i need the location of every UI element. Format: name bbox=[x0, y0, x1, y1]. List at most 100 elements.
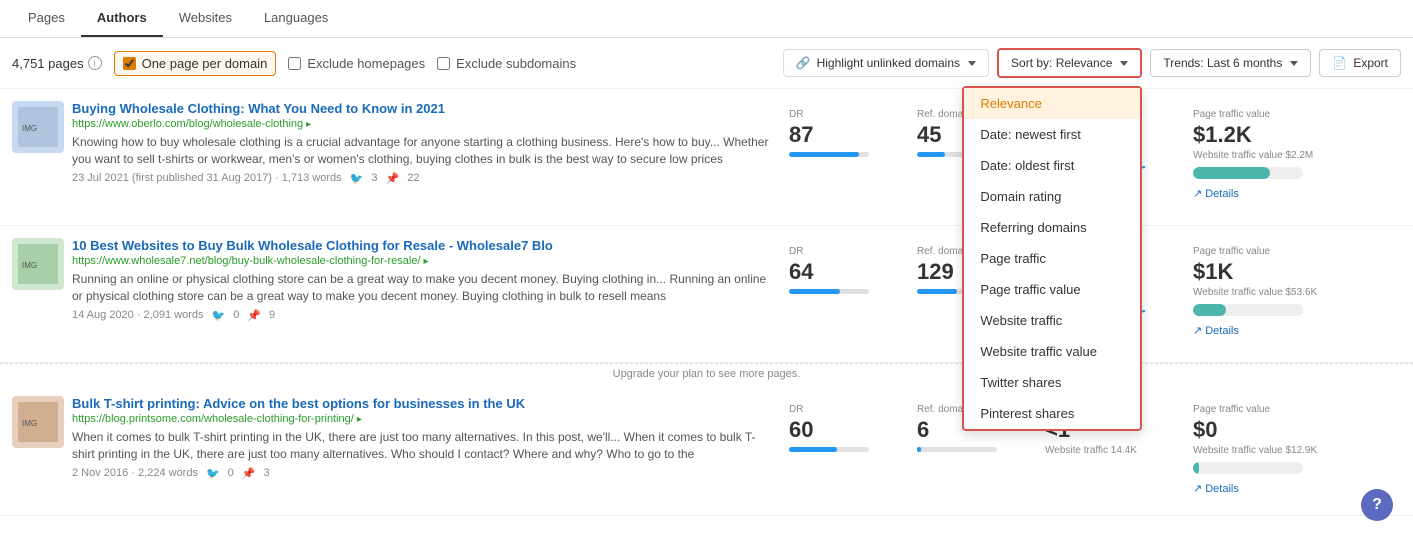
details-button[interactable]: ↗ Details bbox=[1193, 187, 1389, 200]
dr-bar-fill bbox=[789, 152, 859, 157]
trends-button[interactable]: Trends: Last 6 months bbox=[1150, 49, 1311, 77]
dropdown-item-website-traffic[interactable]: Website traffic bbox=[964, 305, 1140, 336]
ptv-value: $1.2K bbox=[1193, 122, 1389, 148]
stat-dr: DR 87 bbox=[777, 101, 897, 213]
dr-value: 60 bbox=[789, 417, 885, 443]
dr-bar bbox=[789, 447, 869, 452]
ptv-label: Page traffic value bbox=[1193, 404, 1389, 415]
result-content: Buying Wholesale Clothing: What You Need… bbox=[72, 101, 769, 213]
details-button[interactable]: ↗ Details bbox=[1193, 324, 1389, 337]
exclude-homepages-checkbox[interactable]: Exclude homepages bbox=[288, 56, 425, 71]
trend-icon: ↗ bbox=[1193, 482, 1202, 495]
ptv-value: $0 bbox=[1193, 417, 1389, 443]
chevron-down-icon bbox=[1290, 61, 1298, 66]
table-row: IMG Buying Wholesale Clothing: What You … bbox=[0, 89, 1413, 226]
highlight-icon: 🔗 bbox=[796, 56, 811, 70]
ptv-chart bbox=[1193, 462, 1303, 474]
thumbnail: IMG bbox=[12, 101, 64, 153]
ptv-label: Page traffic value bbox=[1193, 246, 1389, 257]
upgrade-banner: Upgrade your plan to see more pages. bbox=[0, 363, 1413, 384]
table-row: IMG 10 Best Websites to Buy Bulk Wholesa… bbox=[0, 226, 1413, 363]
dropdown-item-referring-domains[interactable]: Referring domains bbox=[964, 212, 1140, 243]
ref-bar-fill bbox=[917, 152, 945, 157]
result-right-panel: Page traffic value $1.2K Website traffic… bbox=[1181, 101, 1401, 213]
external-link-icon: ▸ bbox=[357, 414, 362, 425]
thumbnail: IMG bbox=[12, 396, 64, 448]
dr-value: 64 bbox=[789, 259, 885, 285]
twitter-icon: 🐦 bbox=[350, 172, 364, 185]
dr-bar bbox=[789, 152, 869, 157]
website-traffic: Website traffic 14.4K bbox=[1045, 445, 1161, 456]
highlight-button[interactable]: 🔗 Highlight unlinked domains bbox=[783, 49, 989, 77]
result-snippet: Knowing how to buy wholesale clothing is… bbox=[72, 134, 769, 168]
pinterest-icon: 📌 bbox=[242, 467, 256, 480]
dropdown-item-date-newest[interactable]: Date: newest first bbox=[964, 119, 1140, 150]
details-button[interactable]: ↗ Details bbox=[1193, 482, 1389, 495]
toolbar: 4,751 pages i One page per domain Exclud… bbox=[0, 38, 1413, 89]
stat-dr: DR 60 bbox=[777, 396, 897, 503]
result-right-panel: Page traffic value $0 Website traffic va… bbox=[1181, 396, 1401, 503]
result-url: https://blog.printsome.com/wholesale-clo… bbox=[72, 413, 769, 425]
dr-bar bbox=[789, 289, 869, 294]
tab-authors[interactable]: Authors bbox=[81, 0, 163, 37]
dropdown-item-twitter-shares[interactable]: Twitter shares bbox=[964, 367, 1140, 398]
ptv-chart-fill bbox=[1193, 304, 1226, 316]
ptv-sub: Website traffic value $2.2M bbox=[1193, 150, 1389, 161]
ptv-chart bbox=[1193, 167, 1303, 179]
exclude-subdomains-checkbox[interactable]: Exclude subdomains bbox=[437, 56, 576, 71]
tab-pages[interactable]: Pages bbox=[12, 0, 81, 37]
result-url: https://www.wholesale7.net/blog/buy-bulk… bbox=[72, 255, 769, 267]
dropdown-item-relevance[interactable]: Relevance bbox=[964, 88, 1140, 119]
ptv-value: $1K bbox=[1193, 259, 1389, 285]
dropdown-item-pinterest-shares[interactable]: Pinterest shares bbox=[964, 398, 1140, 429]
svg-text:IMG: IMG bbox=[22, 261, 37, 270]
sort-dropdown: Relevance Date: newest first Date: oldes… bbox=[962, 86, 1142, 431]
result-meta: 14 Aug 2020 · 2,091 words 🐦 0 📌 9 bbox=[72, 309, 769, 322]
sort-button[interactable]: Sort by: Relevance bbox=[997, 48, 1142, 78]
export-button[interactable]: 📄 Export bbox=[1319, 49, 1401, 77]
twitter-icon: 🐦 bbox=[206, 467, 220, 480]
export-icon: 📄 bbox=[1332, 56, 1347, 70]
dr-label: DR bbox=[789, 246, 885, 257]
result-title[interactable]: 10 Best Websites to Buy Bulk Wholesale C… bbox=[72, 238, 769, 253]
dropdown-item-page-traffic[interactable]: Page traffic bbox=[964, 243, 1140, 274]
ptv-chart bbox=[1193, 304, 1303, 316]
pinterest-icon: 📌 bbox=[386, 172, 400, 185]
result-content: 10 Best Websites to Buy Bulk Wholesale C… bbox=[72, 238, 769, 350]
toolbar-right: 🔗 Highlight unlinked domains Sort by: Re… bbox=[783, 48, 1401, 78]
help-button[interactable]: ? bbox=[1361, 489, 1393, 521]
top-tabs: Pages Authors Websites Languages bbox=[0, 0, 1413, 38]
ptv-label: Page traffic value bbox=[1193, 109, 1389, 120]
result-meta: 23 Jul 2021 (first published 31 Aug 2017… bbox=[72, 172, 769, 185]
result-meta: 2 Nov 2016 · 2,224 words 🐦 0 📌 3 bbox=[72, 467, 769, 480]
chevron-down-icon bbox=[968, 61, 976, 66]
info-icon: i bbox=[88, 56, 102, 70]
dropdown-item-website-traffic-value[interactable]: Website traffic value bbox=[964, 336, 1140, 367]
ref-bar-fill bbox=[917, 289, 957, 294]
dropdown-item-date-oldest[interactable]: Date: oldest first bbox=[964, 150, 1140, 181]
dropdown-item-page-traffic-value[interactable]: Page traffic value bbox=[964, 274, 1140, 305]
ptv-chart-fill bbox=[1193, 462, 1199, 474]
ref-bar bbox=[917, 447, 997, 452]
table-row: IMG Bulk T-shirt printing: Advice on the… bbox=[0, 384, 1413, 516]
result-title[interactable]: Bulk T-shirt printing: Advice on the bes… bbox=[72, 396, 769, 411]
trend-icon: ↗ bbox=[1193, 324, 1202, 337]
dr-value: 87 bbox=[789, 122, 885, 148]
thumbnail: IMG bbox=[12, 238, 64, 290]
pinterest-icon: 📌 bbox=[247, 309, 261, 322]
result-title[interactable]: Buying Wholesale Clothing: What You Need… bbox=[72, 101, 769, 116]
twitter-icon: 🐦 bbox=[211, 309, 225, 322]
page-count: 4,751 pages i bbox=[12, 56, 102, 71]
tab-websites[interactable]: Websites bbox=[163, 0, 248, 37]
result-snippet: Running an online or physical clothing s… bbox=[72, 271, 769, 305]
result-url: https://www.oberlo.com/blog/wholesale-cl… bbox=[72, 118, 769, 130]
results-list: IMG Buying Wholesale Clothing: What You … bbox=[0, 89, 1413, 516]
ref-bar-fill bbox=[917, 447, 921, 452]
dr-bar-fill bbox=[789, 289, 840, 294]
dropdown-item-domain-rating[interactable]: Domain rating bbox=[964, 181, 1140, 212]
dr-label: DR bbox=[789, 404, 885, 415]
one-page-per-domain-checkbox[interactable]: One page per domain bbox=[114, 51, 277, 76]
tab-languages[interactable]: Languages bbox=[248, 0, 344, 37]
ptv-sub: Website traffic value $53.6K bbox=[1193, 287, 1389, 298]
sort-container: Sort by: Relevance Relevance Date: newes… bbox=[997, 48, 1142, 78]
